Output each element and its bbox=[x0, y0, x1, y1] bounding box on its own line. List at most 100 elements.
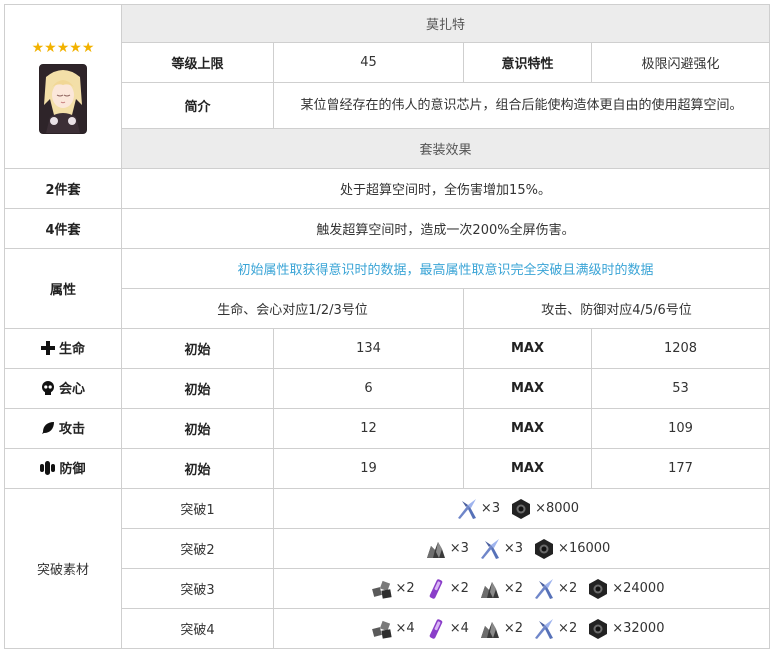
skull-icon bbox=[41, 380, 54, 395]
material-quantity: ×2 bbox=[558, 581, 578, 596]
stat-max-label: MAX bbox=[463, 408, 592, 449]
trait-value: 极限闪避强化 bbox=[590, 42, 771, 83]
stat-row: 生命 初始 134 MAX 1208 bbox=[4, 328, 771, 369]
attr-label: 属性 bbox=[4, 248, 122, 329]
level-cap-value: 45 bbox=[273, 42, 464, 83]
stat-init-value: 6 bbox=[273, 368, 464, 409]
memory-name: 莫扎特 bbox=[120, 4, 771, 43]
feather-icon bbox=[41, 421, 54, 434]
crystal-shard-icon bbox=[479, 538, 501, 560]
breakthrough-label: 突破素材 bbox=[4, 488, 122, 649]
material-list: ×2 ×2 ×2 ×2 ×24000 bbox=[280, 578, 763, 600]
breakthrough-stage: 突破4 bbox=[121, 608, 274, 649]
material-quantity: ×4 bbox=[449, 621, 469, 636]
material-item: ×3 bbox=[456, 498, 508, 520]
ore-chunk-icon bbox=[425, 538, 447, 560]
material-quantity: ×2 bbox=[395, 581, 415, 596]
stat-max-value: 109 bbox=[590, 408, 771, 449]
breakthrough-stage: 突破3 bbox=[121, 568, 274, 609]
hex-nut-icon bbox=[587, 618, 609, 640]
set4-text: 触发超算空间时，造成一次200%全屏伤害。 bbox=[120, 208, 771, 249]
hex-nut-icon bbox=[587, 578, 609, 600]
material-item: ×32000 bbox=[587, 618, 672, 640]
stat-row: 攻击 初始 12 MAX 109 bbox=[4, 408, 771, 449]
material-quantity: ×2 bbox=[503, 621, 524, 636]
material-list: ×3 ×8000 bbox=[280, 498, 763, 520]
set4-label: 4件套 bbox=[4, 208, 122, 249]
material-quantity: ×24000 bbox=[612, 581, 665, 596]
material-quantity: ×16000 bbox=[558, 541, 611, 556]
stat-init-value: 12 bbox=[273, 408, 464, 449]
material-item: ×3 bbox=[425, 538, 477, 560]
set-effect-header: 套装效果 bbox=[120, 128, 771, 169]
slots-b: 攻击、防御对应4/5/6号位 bbox=[462, 288, 771, 329]
stat-max-label: MAX bbox=[463, 328, 592, 369]
ore-chunk-icon bbox=[479, 578, 501, 600]
material-list: ×4 ×4 ×2 ×2 ×32000 bbox=[280, 618, 763, 640]
stat-name: 生命 bbox=[58, 342, 85, 358]
ore-chunk-icon bbox=[479, 618, 501, 640]
material-item: ×2 bbox=[533, 578, 585, 600]
attr-note: 初始属性取获得意识时的数据，最高属性取意识完全突破且满级时的数据 bbox=[120, 248, 771, 289]
set2-label: 2件套 bbox=[4, 168, 122, 209]
crystal-shard-icon bbox=[533, 618, 555, 640]
memory-portrait bbox=[39, 63, 87, 134]
material-quantity: ×2 bbox=[558, 621, 578, 636]
material-item: ×4 bbox=[371, 618, 423, 640]
material-item: ×2 bbox=[371, 578, 423, 600]
stat-max-value: 177 bbox=[590, 448, 771, 489]
intro-text: 某位曾经存在的伟人的意识芯片，组合后能使构造体更自由的使用超算空间。 bbox=[272, 82, 771, 129]
hex-nut-icon bbox=[533, 538, 555, 560]
material-quantity: ×3 bbox=[503, 541, 524, 556]
material-item: ×16000 bbox=[533, 538, 618, 560]
portrait-cell: ★★★★★ bbox=[4, 4, 122, 169]
level-cap-label: 等级上限 bbox=[121, 42, 274, 83]
stat-name: 攻击 bbox=[58, 422, 85, 438]
stat-max-value: 53 bbox=[590, 368, 771, 409]
breakthrough-stage: 突破2 bbox=[121, 528, 274, 569]
stat-init-value: 134 bbox=[273, 328, 464, 369]
slots-a: 生命、会心对应1/2/3号位 bbox=[121, 288, 464, 329]
material-quantity: ×2 bbox=[503, 581, 524, 596]
stat-init-label: 初始 bbox=[121, 448, 274, 489]
stat-max-value: 1208 bbox=[590, 328, 771, 369]
material-item: ×2 bbox=[479, 578, 531, 600]
stat-init-label: 初始 bbox=[121, 368, 274, 409]
material-quantity: ×4 bbox=[395, 621, 415, 636]
hex-nut-icon bbox=[510, 498, 532, 520]
material-quantity: ×8000 bbox=[535, 501, 580, 516]
plus-icon bbox=[40, 340, 55, 355]
material-item: ×3 bbox=[479, 538, 531, 560]
material-item: ×2 bbox=[425, 578, 477, 600]
material-item: ×24000 bbox=[587, 578, 672, 600]
material-item: ×2 bbox=[533, 618, 585, 640]
material-quantity: ×32000 bbox=[612, 621, 665, 636]
cube-cluster-icon bbox=[371, 578, 393, 600]
cube-cluster-icon bbox=[371, 618, 393, 640]
material-item: ×4 bbox=[425, 618, 477, 640]
stat-init-value: 19 bbox=[273, 448, 464, 489]
stat-name: 会心 bbox=[58, 382, 85, 398]
material-quantity: ×3 bbox=[449, 541, 469, 556]
crystal-shard-icon bbox=[456, 498, 478, 520]
intro-label: 简介 bbox=[121, 82, 274, 129]
purple-tube-icon bbox=[425, 578, 447, 600]
stat-max-label: MAX bbox=[463, 448, 592, 489]
set2-text: 处于超算空间时，全伤害增加15%。 bbox=[120, 168, 771, 209]
stat-init-label: 初始 bbox=[121, 408, 274, 449]
trait-label: 意识特性 bbox=[463, 42, 592, 83]
material-quantity: ×2 bbox=[449, 581, 469, 596]
stat-row: 防御 初始 19 MAX 177 bbox=[4, 448, 771, 489]
stat-init-label: 初始 bbox=[121, 328, 274, 369]
crystal-shard-icon bbox=[533, 578, 555, 600]
shield-icon bbox=[40, 460, 56, 475]
material-quantity: ×3 bbox=[480, 501, 501, 516]
material-list: ×3 ×3 ×16000 bbox=[280, 538, 763, 560]
stat-max-label: MAX bbox=[463, 368, 592, 409]
material-item: ×2 bbox=[479, 618, 531, 640]
breakthrough-stage: 突破1 bbox=[121, 488, 274, 529]
rarity-stars: ★★★★★ bbox=[31, 39, 95, 56]
material-item: ×8000 bbox=[510, 498, 587, 520]
stat-name: 防御 bbox=[59, 462, 86, 478]
stat-row: 会心 初始 6 MAX 53 bbox=[4, 368, 771, 409]
